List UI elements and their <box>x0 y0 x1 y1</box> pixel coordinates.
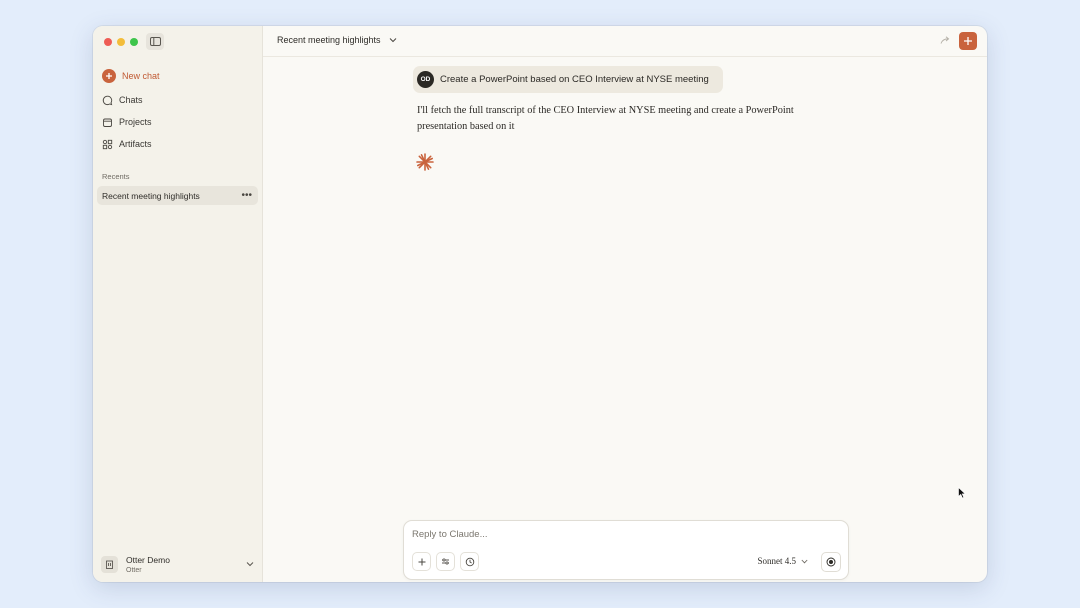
chat-bubble-icon <box>102 95 113 105</box>
sidebar-item-chats[interactable]: Chats <box>99 90 143 110</box>
sidebar-item-label: Projects <box>119 117 152 127</box>
sidebar: New chat Chats Projects Artifacts Recent… <box>93 26 263 582</box>
chevron-down-icon <box>801 559 808 563</box>
plus-icon <box>102 69 116 83</box>
window-controls <box>104 38 138 46</box>
close-window-button[interactable] <box>104 38 112 46</box>
history-button[interactable] <box>460 552 479 571</box>
voice-mode-button[interactable] <box>821 552 841 572</box>
add-attachment-button[interactable] <box>412 552 431 571</box>
user-message-text: Create a PowerPoint based on CEO Intervi… <box>440 74 709 85</box>
share-icon[interactable] <box>939 34 951 46</box>
new-chat-label: New chat <box>122 71 160 81</box>
recent-chat-label: Recent meeting highlights <box>102 190 200 201</box>
sidebar-item-label: Chats <box>119 95 143 105</box>
message-composer: Sonnet 4.5 <box>403 520 849 580</box>
chevron-down-icon <box>389 38 396 43</box>
profile-org: Otter <box>126 566 142 574</box>
sidebar-item-artifacts[interactable]: Artifacts <box>99 134 152 154</box>
chat-title-dropdown[interactable]: Recent meeting highlights <box>277 35 397 45</box>
plus-icon <box>418 558 425 565</box>
profile-name: Otter Demo <box>126 554 170 565</box>
organization-icon <box>101 555 118 573</box>
mouse-cursor-icon <box>958 487 966 499</box>
user-message: OD Create a PowerPoint based on CEO Inte… <box>413 66 723 93</box>
claude-spark-icon <box>416 153 434 171</box>
chevron-down-icon <box>246 562 254 567</box>
tools-button[interactable] <box>436 552 455 571</box>
recent-chat-item[interactable]: Recent meeting highlights ••• <box>97 186 258 205</box>
sidebar-toggle-button[interactable] <box>146 33 164 50</box>
model-name: Sonnet 4.5 <box>757 556 796 566</box>
user-avatar: OD <box>417 71 434 88</box>
app-window: New chat Chats Projects Artifacts Recent… <box>93 26 987 582</box>
reply-input[interactable] <box>412 529 712 540</box>
sidebar-item-label: Artifacts <box>119 139 152 149</box>
shapes-icon <box>102 139 113 149</box>
model-selector[interactable]: Sonnet 4.5 <box>757 556 808 566</box>
more-options-icon[interactable]: ••• <box>241 190 258 201</box>
sidebar-panel-icon <box>149 37 161 46</box>
recents-heading: Recents <box>102 172 130 181</box>
plus-icon <box>964 37 972 45</box>
minimize-window-button[interactable] <box>117 38 125 46</box>
folder-icon <box>103 118 112 127</box>
record-icon <box>826 557 836 567</box>
new-chat-header-button[interactable] <box>959 32 977 50</box>
maximize-window-button[interactable] <box>130 38 138 46</box>
profile-menu[interactable]: Otter Demo Otter <box>101 552 254 576</box>
assistant-message: I'll fetch the full transcript of the CE… <box>417 105 794 132</box>
sidebar-item-projects[interactable]: Projects <box>99 112 152 132</box>
sliders-icon <box>442 558 449 565</box>
new-chat-button[interactable]: New chat <box>99 66 160 86</box>
chat-title: Recent meeting highlights <box>277 35 381 45</box>
clock-icon <box>465 557 474 566</box>
chat-header: Recent meeting highlights <box>263 26 987 57</box>
